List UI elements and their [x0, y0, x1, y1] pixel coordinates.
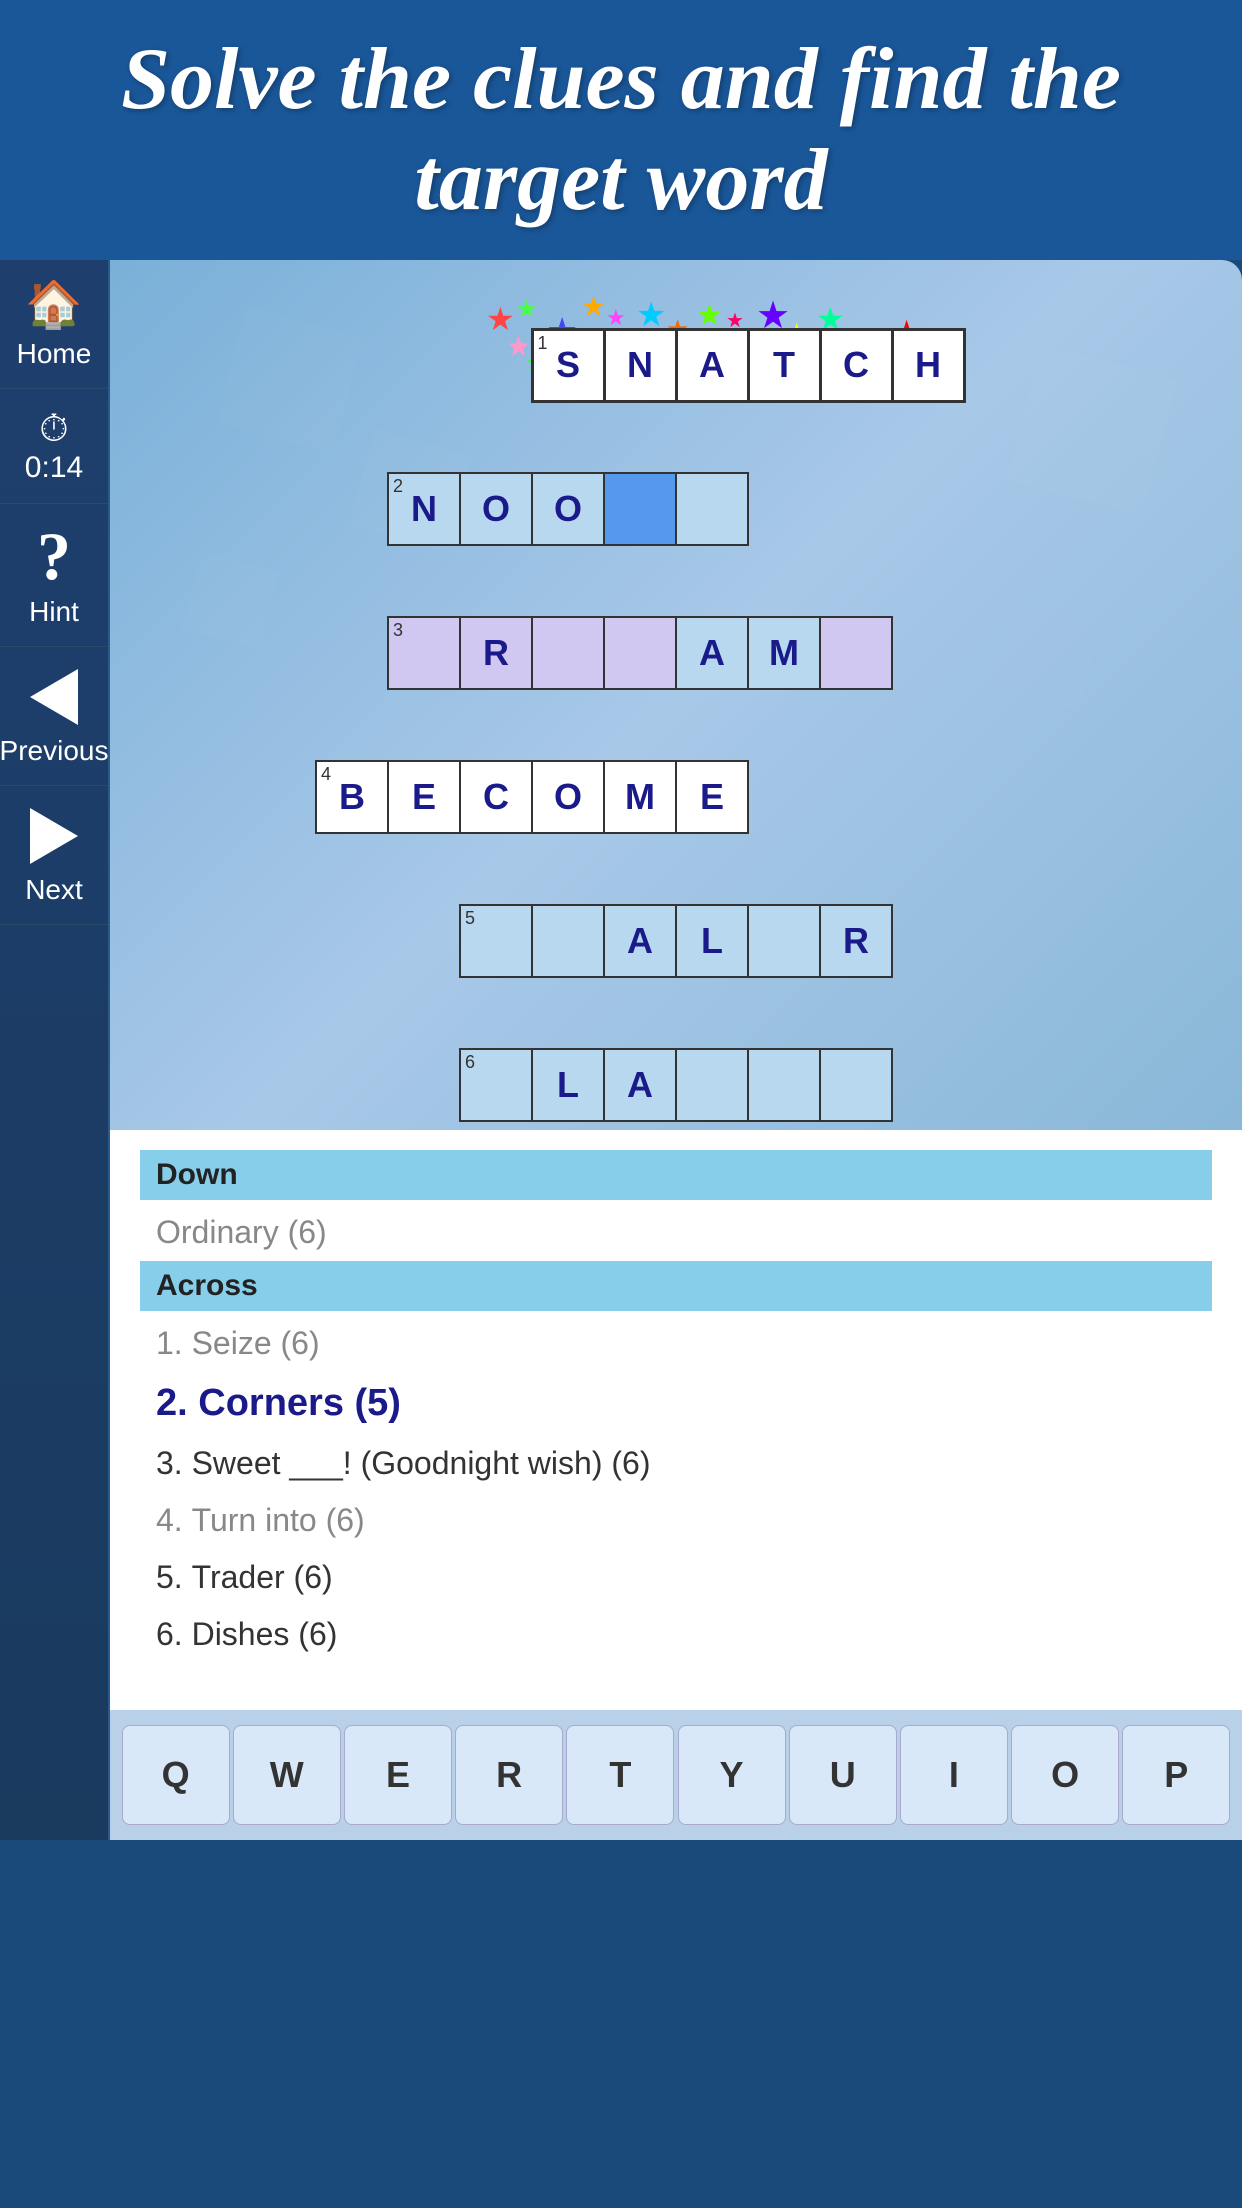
cell-11-3[interactable]: 6	[460, 1049, 532, 1121]
cell-1-6[interactable]: A	[676, 329, 748, 401]
grid-row-7: 4B E C O M E	[316, 761, 1036, 833]
grid-row-6	[316, 689, 1036, 761]
next-label: Next	[25, 874, 83, 906]
home-label: Home	[17, 338, 92, 370]
cell-9-4[interactable]	[532, 905, 604, 977]
cell-9-7[interactable]	[748, 905, 820, 977]
cell-7-2[interactable]: E	[388, 761, 460, 833]
grid-row-2	[316, 401, 1036, 473]
key-q[interactable]: Q	[122, 1725, 230, 1825]
grid-row-9: 5 A L R	[316, 905, 1036, 977]
key-o[interactable]: O	[1011, 1725, 1119, 1825]
puzzle-area: ★ ★ ★ ★ ★ ★ ★ ★ ★ ★ ★ ★ ★ ★ ★ ★ ★ ★ ★ ★	[110, 260, 1242, 1130]
grid-row-10	[316, 977, 1036, 1049]
previous-label: Previous	[0, 735, 108, 767]
clue-across-5[interactable]: 5. Trader (6)	[140, 1549, 1212, 1606]
key-y[interactable]: Y	[678, 1725, 786, 1825]
hint-icon: ?	[37, 522, 71, 590]
key-w[interactable]: W	[233, 1725, 341, 1825]
cell-11-7[interactable]	[748, 1049, 820, 1121]
cell-1-5[interactable]: N	[604, 329, 676, 401]
cell-7-3[interactable]: C	[460, 761, 532, 833]
grid-row-3: 2N O O	[316, 473, 1036, 545]
grid-row-8	[316, 833, 1036, 905]
cell-1-8[interactable]: C	[820, 329, 892, 401]
cell-5-8[interactable]	[820, 617, 892, 689]
sidebar: 🏠 Home ⏱ 0:14 ? Hint Previous Next	[0, 260, 110, 1840]
grid-row-1: 1S N A T C H	[316, 329, 1036, 401]
timer-value: 0:14	[25, 451, 83, 485]
cell-1-4[interactable]: 1S	[532, 329, 604, 401]
clue-across-2[interactable]: 2. Corners (5)	[140, 1372, 1212, 1435]
key-p[interactable]: P	[1122, 1725, 1230, 1825]
sidebar-item-hint[interactable]: ? Hint	[0, 504, 108, 647]
sidebar-item-next[interactable]: Next	[0, 786, 108, 925]
sidebar-item-previous[interactable]: Previous	[0, 647, 108, 786]
cell-7-6[interactable]: E	[676, 761, 748, 833]
header-title: Solve the clues and find the target word	[40, 29, 1202, 231]
across-header: Across	[140, 1261, 1212, 1311]
cell-5-3[interactable]: R	[460, 617, 532, 689]
cell-3-2[interactable]: 2N	[388, 473, 460, 545]
cell-3-5[interactable]	[604, 473, 676, 545]
clue-across-3[interactable]: 3. Sweet ___! (Goodnight wish) (6)	[140, 1435, 1212, 1492]
cell-1-7[interactable]: T	[748, 329, 820, 401]
clue-across-1[interactable]: 1. Seize (6)	[140, 1315, 1212, 1372]
grid-row-11: 6 L A	[316, 1049, 1036, 1121]
cell-5-5[interactable]	[604, 617, 676, 689]
key-e[interactable]: E	[344, 1725, 452, 1825]
grid-table: 1S N A T C H	[315, 328, 1037, 1123]
cell-7-5[interactable]: M	[604, 761, 676, 833]
cell-9-5[interactable]: A	[604, 905, 676, 977]
crossword-grid: 1S N A T C H	[315, 328, 1037, 1123]
cell-11-5[interactable]: A	[604, 1049, 676, 1121]
next-arrow-icon	[30, 808, 78, 864]
previous-arrow-icon	[30, 669, 78, 725]
cell-5-2[interactable]: 3	[388, 617, 460, 689]
clue-across-6[interactable]: 6. Dishes (6)	[140, 1606, 1212, 1663]
grid-row-4	[316, 545, 1036, 617]
key-t[interactable]: T	[566, 1725, 674, 1825]
grid-row-5: 3 R A M	[316, 617, 1036, 689]
cell-11-6[interactable]	[676, 1049, 748, 1121]
cell-11-8[interactable]	[820, 1049, 892, 1121]
cell-3-3[interactable]: O	[460, 473, 532, 545]
key-i[interactable]: I	[900, 1725, 1008, 1825]
cell-9-3[interactable]: 5	[460, 905, 532, 977]
cell-3-4[interactable]: O	[532, 473, 604, 545]
cell-9-6[interactable]: L	[676, 905, 748, 977]
cell-3-6[interactable]	[676, 473, 748, 545]
sidebar-item-timer: ⏱ 0:14	[0, 389, 108, 504]
timer-icon: ⏱	[39, 407, 69, 451]
clue-down-1[interactable]: Ordinary (6)	[140, 1204, 1212, 1261]
clues-section: Down Ordinary (6) Across 1. Seize (6) 2.…	[110, 1130, 1242, 1710]
cell-5-7[interactable]: M	[748, 617, 820, 689]
key-u[interactable]: U	[789, 1725, 897, 1825]
game-container: 🏠 Home ⏱ 0:14 ? Hint Previous Next	[0, 260, 1242, 1840]
keyboard: Q W E R T Y U I O P	[110, 1710, 1242, 1840]
cell-7-1[interactable]: 4B	[316, 761, 388, 833]
header: Solve the clues and find the target word	[0, 0, 1242, 260]
cell-5-6[interactable]: A	[676, 617, 748, 689]
down-header: Down	[140, 1150, 1212, 1200]
sidebar-item-home[interactable]: 🏠 Home	[0, 260, 108, 389]
hint-label: Hint	[29, 596, 79, 628]
cell-11-4[interactable]: L	[532, 1049, 604, 1121]
home-icon: 🏠	[25, 278, 82, 332]
cell-9-8[interactable]: R	[820, 905, 892, 977]
key-r[interactable]: R	[455, 1725, 563, 1825]
cell-1-9[interactable]: H	[892, 329, 964, 401]
cell-5-4[interactable]	[532, 617, 604, 689]
clue-across-4[interactable]: 4. Turn into (6)	[140, 1492, 1212, 1549]
cell-7-4[interactable]: O	[532, 761, 604, 833]
